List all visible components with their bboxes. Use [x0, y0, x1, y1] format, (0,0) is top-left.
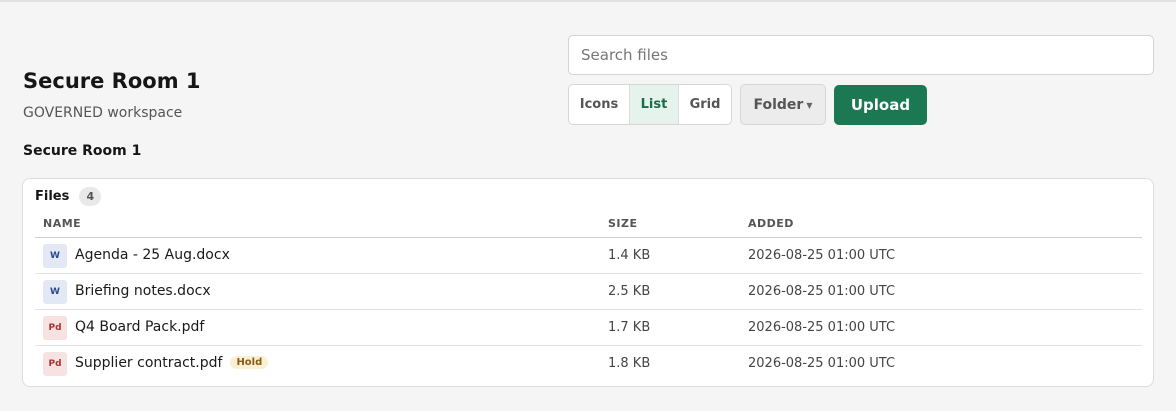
- hold-badge: Hold: [230, 356, 269, 369]
- view-icons-button[interactable]: Icons: [569, 85, 630, 124]
- file-size: 1.4 KB: [608, 248, 651, 263]
- file-size: 1.7 KB: [608, 320, 651, 335]
- files-panel: Files 4 NAME SIZE ADDED W Agenda - 25 Au…: [22, 178, 1154, 387]
- file-name[interactable]: Briefing notes.docx: [75, 283, 211, 299]
- table-row[interactable]: W Agenda - 25 Aug.docx 1.4 KB 2026-08-25…: [35, 238, 1142, 274]
- pdf-file-icon: Pd: [43, 316, 67, 340]
- file-added: 2026-08-25 01:00 UTC: [748, 320, 896, 335]
- breadcrumb[interactable]: Secure Room 1: [23, 143, 141, 159]
- folder-button-label: Folder: [753, 96, 804, 113]
- chevron-down-icon: ▼: [806, 101, 813, 110]
- files-panel-title: Files: [35, 189, 70, 204]
- search-input[interactable]: [568, 35, 1154, 75]
- file-count-badge: 4: [79, 187, 102, 206]
- view-list-button[interactable]: List: [630, 85, 679, 124]
- file-name[interactable]: Agenda - 25 Aug.docx: [75, 247, 230, 263]
- word-file-icon: W: [43, 280, 67, 304]
- column-header-name[interactable]: NAME: [43, 217, 81, 230]
- file-name-text: Supplier contract.pdf: [75, 355, 223, 371]
- file-name[interactable]: Supplier contract.pdf Hold: [75, 355, 269, 371]
- room-title: Secure Room 1: [23, 69, 201, 93]
- files-table: NAME SIZE ADDED W Agenda - 25 Aug.docx 1…: [35, 212, 1142, 382]
- table-row[interactable]: Pd Supplier contract.pdf Hold 1.8 KB 2026…: [35, 346, 1142, 382]
- column-header-added[interactable]: ADDED: [748, 217, 794, 230]
- view-grid-button[interactable]: Grid: [679, 85, 731, 124]
- table-row[interactable]: Pd Q4 Board Pack.pdf 1.7 KB 2026-08-25 0…: [35, 310, 1142, 346]
- upload-button[interactable]: Upload: [834, 85, 927, 125]
- file-size: 2.5 KB: [608, 284, 651, 299]
- pdf-file-icon: Pd: [43, 352, 67, 376]
- room-subtitle: GOVERNED workspace: [23, 105, 183, 121]
- folder-button[interactable]: Folder ▼: [740, 84, 826, 125]
- file-added: 2026-08-25 01:00 UTC: [748, 284, 896, 299]
- file-name[interactable]: Q4 Board Pack.pdf: [75, 319, 204, 335]
- page: Secure Room 1 GOVERNED workspace Secure …: [0, 0, 1176, 411]
- file-added: 2026-08-25 01:00 UTC: [748, 248, 896, 263]
- table-header: NAME SIZE ADDED: [35, 212, 1142, 238]
- view-toggle: Icons List Grid: [568, 84, 732, 125]
- file-size: 1.8 KB: [608, 356, 651, 371]
- column-header-size[interactable]: SIZE: [608, 217, 638, 230]
- files-panel-header: Files 4: [35, 187, 102, 206]
- table-row[interactable]: W Briefing notes.docx 2.5 KB 2026-08-25 …: [35, 274, 1142, 310]
- word-file-icon: W: [43, 244, 67, 268]
- file-added: 2026-08-25 01:00 UTC: [748, 356, 896, 371]
